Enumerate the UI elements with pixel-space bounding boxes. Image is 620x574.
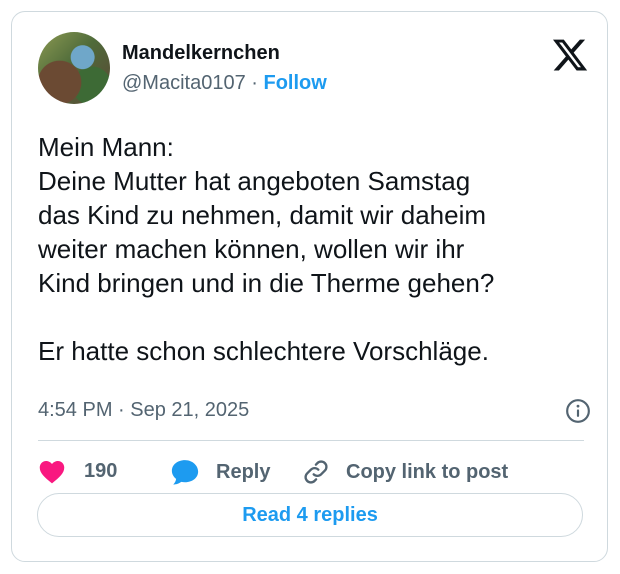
- info-icon[interactable]: [565, 398, 591, 424]
- like-count: 190: [84, 459, 118, 482]
- reply-label: Reply: [216, 460, 271, 483]
- separator: ·: [251, 72, 258, 94]
- tweet-line: Er hatte schon schlechtere Vorschläge.: [38, 336, 489, 366]
- author-handle-row: @Macita0107 · Follow: [122, 72, 327, 95]
- author-name[interactable]: Mandelkernchen: [122, 42, 280, 65]
- tweet-timestamp[interactable]: 4:54 PM · Sep 21, 2025: [38, 399, 249, 422]
- author-handle[interactable]: @Macita0107: [122, 72, 246, 94]
- tweet-line: weiter machen können, wollen wir ihr: [38, 234, 465, 264]
- tweet-line: Mein Mann:: [38, 132, 174, 162]
- tweet-card: Mandelkernchen @Macita0107 · Follow Mein…: [11, 11, 608, 562]
- divider: [38, 440, 584, 441]
- follow-link[interactable]: Follow: [264, 72, 327, 94]
- like-button[interactable]: 190: [38, 458, 117, 484]
- avatar[interactable]: [38, 32, 110, 104]
- x-logo-icon[interactable]: [550, 36, 590, 74]
- tweet-line: das Kind zu nehmen, damit wir daheim: [38, 200, 487, 230]
- copy-link-label: Copy link to post: [346, 460, 509, 483]
- tweet-line: Deine Mutter hat angeboten Samstag: [38, 166, 471, 196]
- copy-link-button[interactable]: Copy link to post: [302, 458, 508, 486]
- reply-bubble-icon: [171, 460, 199, 485]
- heart-icon: [39, 460, 65, 484]
- read-replies-button[interactable]: Read 4 replies: [37, 493, 583, 537]
- tweet-text: Mein Mann: Deine Mutter hat angeboten Sa…: [38, 130, 578, 368]
- link-icon: [304, 460, 328, 484]
- reply-button[interactable]: Reply: [170, 458, 270, 486]
- tweet-line: Kind bringen und in die Therme gehen?: [38, 268, 495, 298]
